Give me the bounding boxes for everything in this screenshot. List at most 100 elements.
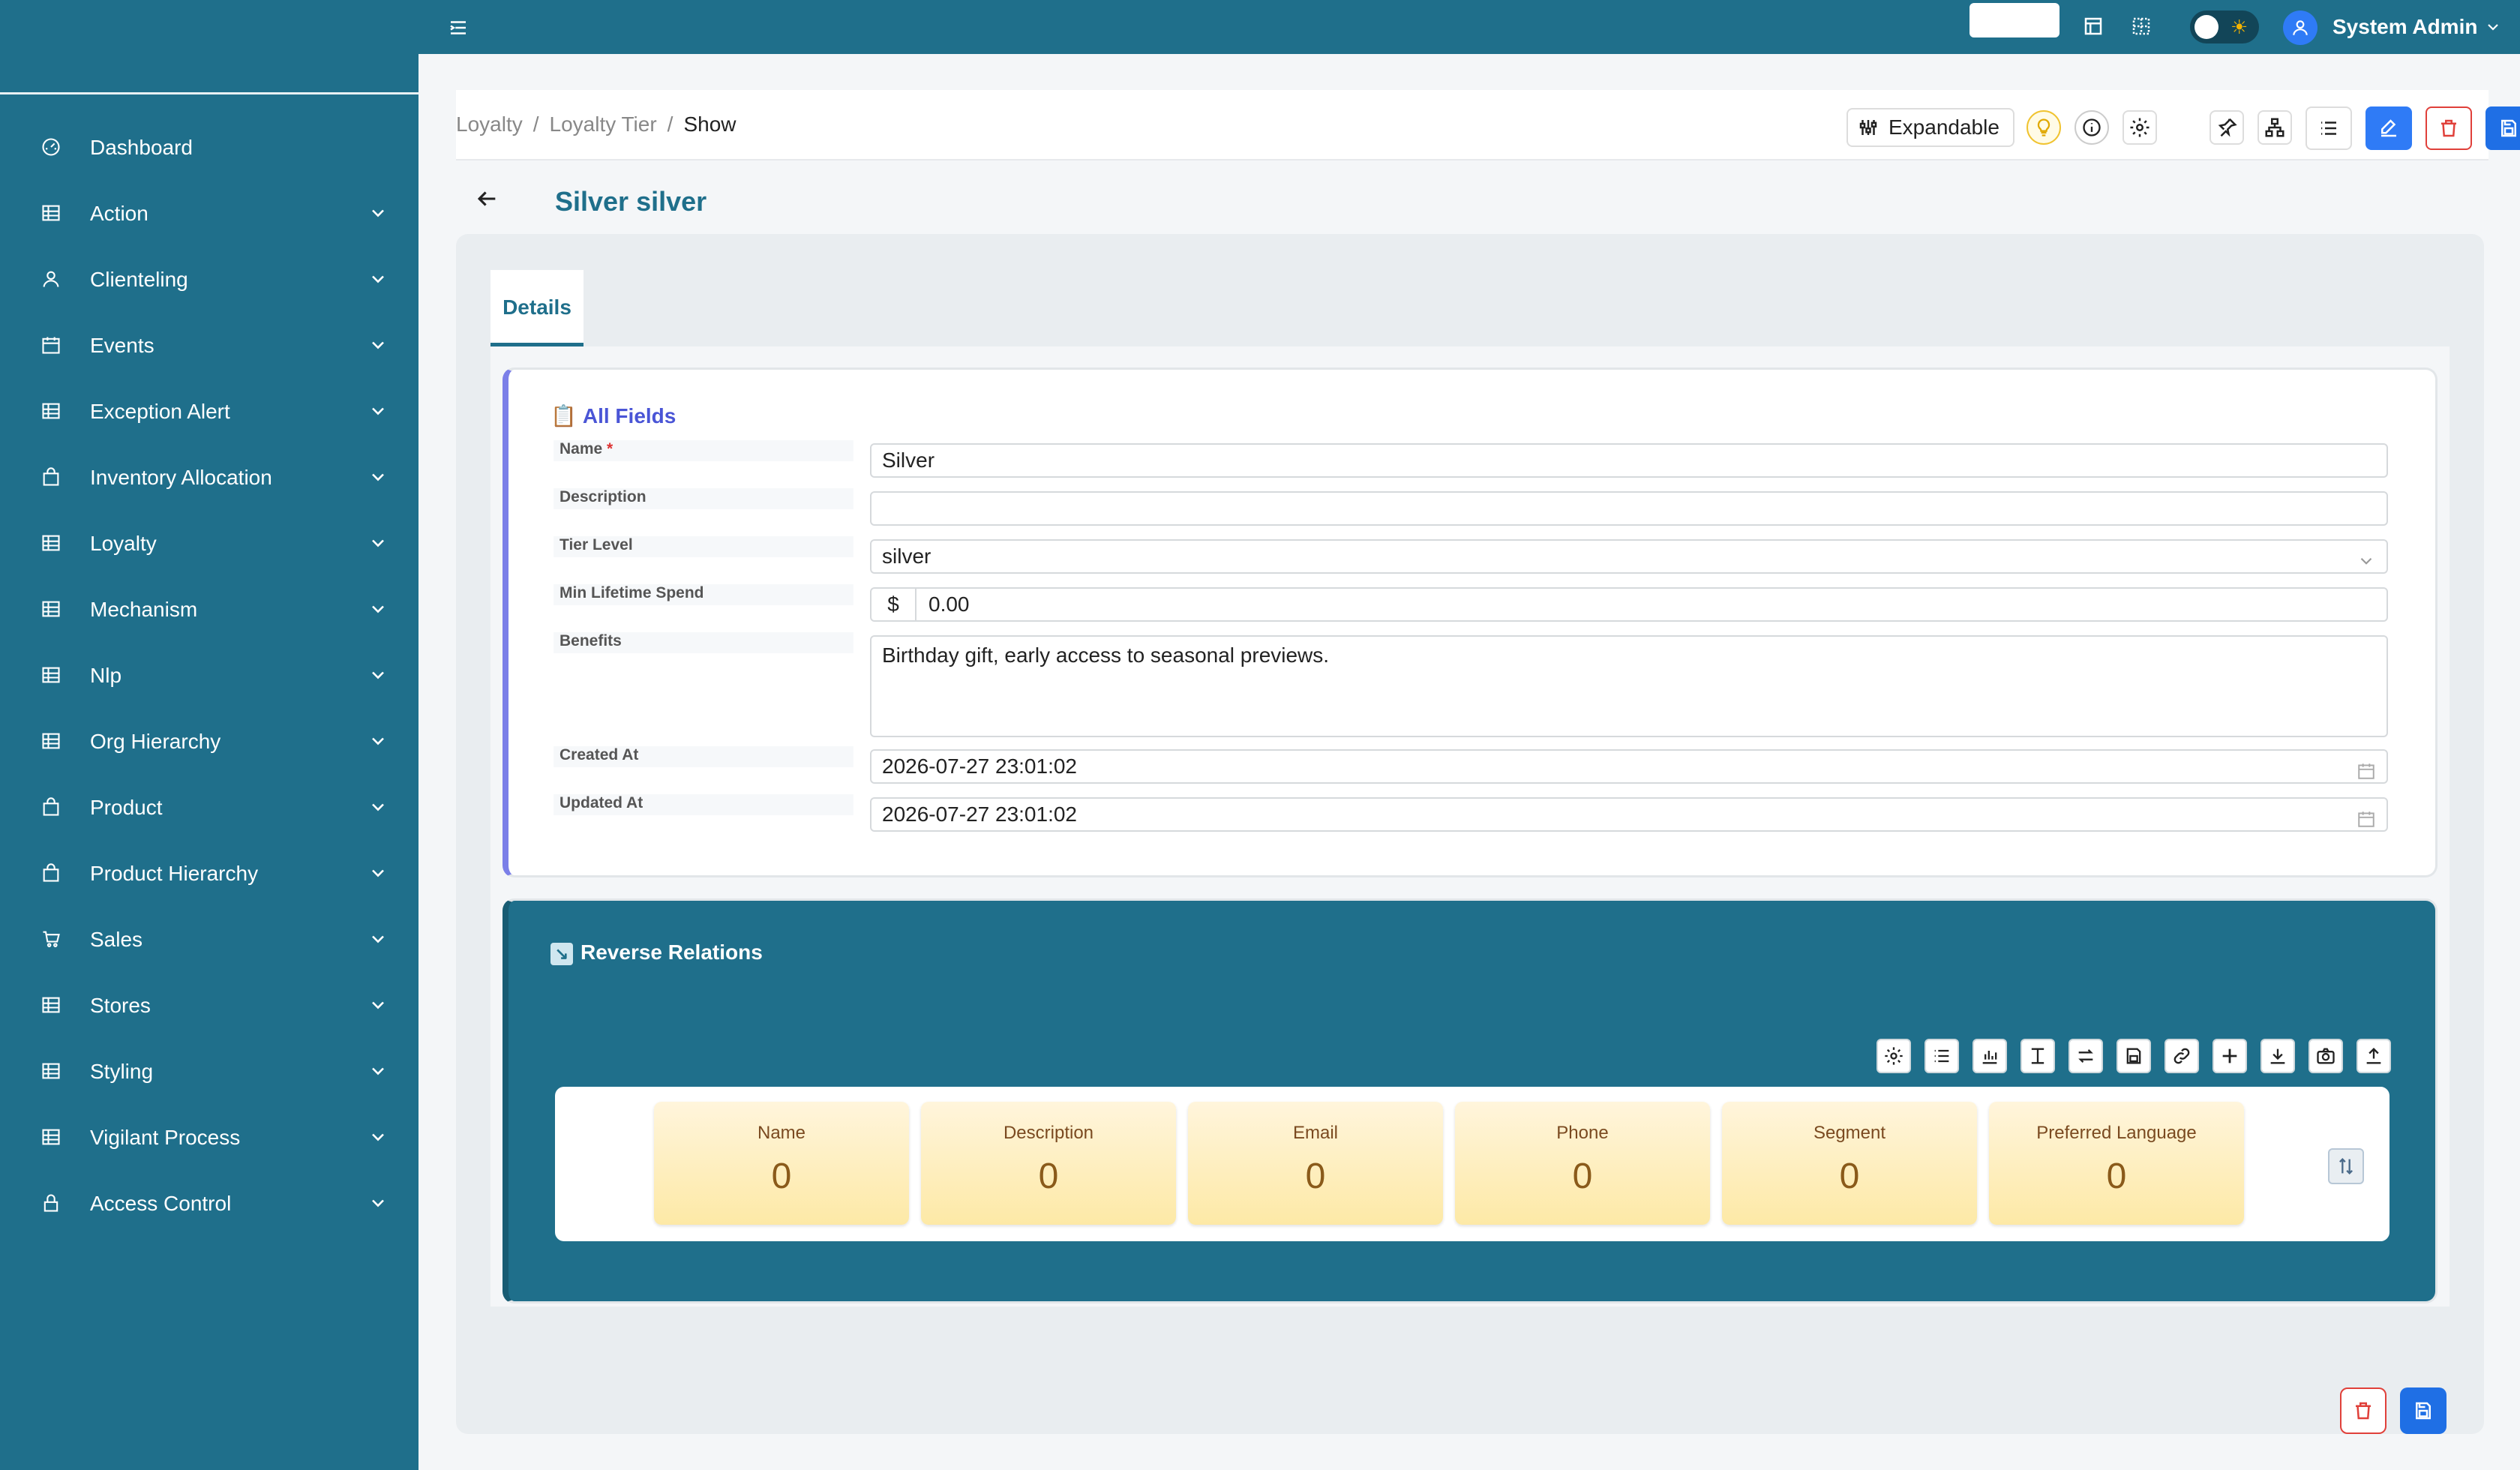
bag-icon <box>39 862 63 884</box>
sidebar-item-action[interactable]: Action <box>0 180 418 246</box>
reverse-relations-title: Reverse Relations <box>580 940 763 964</box>
chevron-down-icon <box>368 598 388 620</box>
sidebar-item-label: Styling <box>90 1060 154 1083</box>
stat-value: 0 <box>1305 1156 1326 1196</box>
sidebar-item-org-hierarchy[interactable]: Org Hierarchy <box>0 708 418 774</box>
name-field[interactable]: Silver <box>870 443 2388 478</box>
rr-upload-button[interactable] <box>2356 1039 2391 1073</box>
sidebar-item-styling[interactable]: Styling <box>0 1038 418 1104</box>
all-fields-title: All Fields <box>582 404 676 428</box>
sidebar-item-label: Clienteling <box>90 268 188 291</box>
back-arrow-icon[interactable] <box>474 186 500 212</box>
calendar-icon[interactable] <box>2356 806 2376 827</box>
chevron-down-icon[interactable] <box>2484 18 2502 36</box>
tier-level-value: silver <box>882 544 932 568</box>
min-lifetime-spend-field[interactable]: $ 0.00 <box>870 587 2388 622</box>
sidebar-item-access-control[interactable]: Access Control <box>0 1170 418 1236</box>
sidebar: Dashboard Action Clienteling Events Exce… <box>0 0 418 1470</box>
user-name[interactable]: System Admin <box>2332 15 2477 39</box>
avatar[interactable] <box>2283 10 2318 45</box>
sort-toggle-button[interactable] <box>2328 1148 2364 1184</box>
updated-at-field[interactable]: 2026-07-27 23:01:02 <box>870 797 2388 832</box>
bottom-delete-button[interactable] <box>2340 1388 2386 1434</box>
rr-add-button[interactable] <box>2212 1039 2247 1073</box>
stat-card-preferred-language[interactable]: Preferred Language 0 <box>1989 1102 2244 1225</box>
bulb-icon[interactable] <box>2026 110 2061 145</box>
edit-button[interactable] <box>2366 106 2412 150</box>
rr-list-button[interactable] <box>1924 1039 1959 1073</box>
clipboard-icon: 📋 <box>550 404 577 428</box>
info-icon[interactable] <box>2074 110 2109 145</box>
save-button[interactable] <box>2486 106 2520 150</box>
menu-toggle-icon[interactable] <box>447 16 470 38</box>
save-icon <box>2126 1048 2141 1064</box>
sidebar-item-exception-alert[interactable]: Exception Alert <box>0 378 418 444</box>
stat-label: Email <box>1292 1123 1338 1143</box>
sidebar-item-stores[interactable]: Stores <box>0 972 418 1038</box>
stat-card-phone[interactable]: Phone 0 <box>1455 1102 1710 1225</box>
rr-camera-button[interactable] <box>2308 1039 2343 1073</box>
list-button[interactable] <box>2306 106 2352 150</box>
field-label-benefits: Benefits <box>554 632 854 653</box>
pin-button[interactable] <box>2210 110 2244 145</box>
sidebar-item-product[interactable]: Product <box>0 774 418 840</box>
stat-card-description[interactable]: Description 0 <box>921 1102 1176 1225</box>
field-label-tier-level: Tier Level <box>554 536 854 557</box>
stat-label: Phone <box>1556 1123 1609 1143</box>
sidebar-item-label: Nlp <box>90 664 122 687</box>
stat-card-name[interactable]: Name 0 <box>654 1102 909 1225</box>
chevron-down-icon <box>368 796 388 818</box>
sidebar-item-label: Product Hierarchy <box>90 862 259 885</box>
sidebar-item-label: Vigilant Process <box>90 1126 241 1149</box>
sidebar-item-inventory-allocation[interactable]: Inventory Allocation <box>0 444 418 510</box>
swap-icon <box>2078 1049 2093 1063</box>
rr-download-button[interactable] <box>2260 1039 2295 1073</box>
sidebar-item-label: Sales <box>90 928 143 951</box>
benefits-textarea[interactable]: Birthday gift, early access to seasonal … <box>870 635 2388 737</box>
stat-card-email[interactable]: Email 0 <box>1188 1102 1443 1225</box>
layout-icon[interactable] <box>2082 15 2104 38</box>
breadcrumb: Loyalty / Loyalty Tier / Show <box>456 112 736 136</box>
stat-label: Segment <box>1813 1123 1886 1143</box>
expandable-button[interactable]: Expandable <box>1846 108 2014 147</box>
breadcrumb-separator: / <box>667 112 674 136</box>
sidebar-item-sales[interactable]: Sales <box>0 906 418 972</box>
tab-details[interactable]: Details <box>490 270 584 346</box>
theme-toggle[interactable]: ☀ <box>2190 10 2259 44</box>
sidebar-item-vigilant-process[interactable]: Vigilant Process <box>0 1104 418 1170</box>
rr-text-button[interactable] <box>2020 1039 2055 1073</box>
topbar-search-box[interactable] <box>1970 3 2060 38</box>
tab-body: 📋 All Fields Name * Silver Description Ti… <box>490 346 2450 1306</box>
sidebar-item-loyalty[interactable]: Loyalty <box>0 510 418 576</box>
details-panel: Details 📋 All Fields Name * Silver Descri… <box>456 234 2484 1434</box>
hierarchy-button[interactable] <box>2258 110 2292 145</box>
created-at-field[interactable]: 2026-07-27 23:01:02 <box>870 749 2388 784</box>
main-content: Loyalty / Loyalty Tier / Show Expandable Sil… <box>418 54 2520 1470</box>
sidebar-item-dashboard[interactable]: Dashboard <box>0 114 418 180</box>
rr-settings-button[interactable] <box>1876 1039 1911 1073</box>
sidebar-item-product-hierarchy[interactable]: Product Hierarchy <box>0 840 418 906</box>
grid-icon[interactable] <box>2130 15 2152 38</box>
tier-level-select[interactable]: silver <box>870 539 2388 574</box>
settings-button[interactable] <box>2122 110 2157 145</box>
expandable-label: Expandable <box>1888 116 2000 139</box>
sidebar-item-events[interactable]: Events <box>0 312 418 378</box>
sidebar-item-clienteling[interactable]: Clienteling <box>0 246 418 312</box>
calendar-icon[interactable] <box>2356 758 2376 779</box>
rr-link-button[interactable] <box>2164 1039 2199 1073</box>
sidebar-item-mechanism[interactable]: Mechanism <box>0 576 418 642</box>
breadcrumb-item-loyalty[interactable]: Loyalty <box>456 112 523 136</box>
rr-swap-button[interactable] <box>2068 1039 2103 1073</box>
field-label-min-lifetime-spend: Min Lifetime Spend <box>554 584 854 605</box>
description-field[interactable] <box>870 491 2388 526</box>
stat-value: 0 <box>1839 1156 1860 1196</box>
bottom-save-button[interactable] <box>2400 1388 2446 1434</box>
breadcrumb-item-show: Show <box>683 112 736 136</box>
stat-card-segment[interactable]: Segment 0 <box>1722 1102 1977 1225</box>
stat-value: 0 <box>1572 1156 1593 1196</box>
breadcrumb-item-loyalty-tier[interactable]: Loyalty Tier <box>550 112 657 136</box>
delete-button[interactable] <box>2426 106 2472 150</box>
sidebar-item-nlp[interactable]: Nlp <box>0 642 418 708</box>
rr-save-button[interactable] <box>2116 1039 2151 1073</box>
rr-chart-button[interactable] <box>1972 1039 2007 1073</box>
